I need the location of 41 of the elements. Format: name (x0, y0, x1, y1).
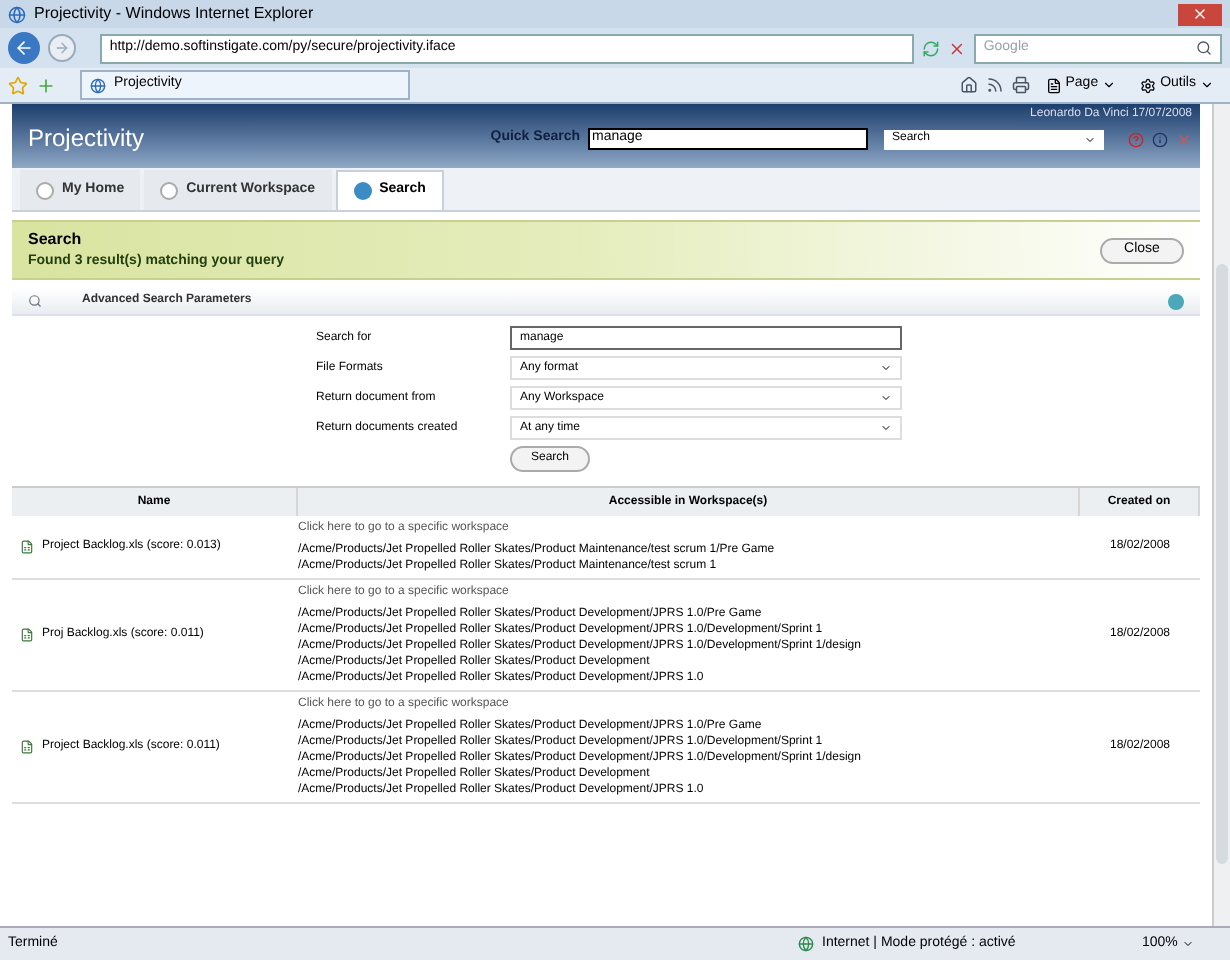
spreadsheet-icon (20, 740, 34, 754)
gear-icon (1140, 77, 1157, 93)
tab-icon (160, 181, 179, 199)
back-button[interactable] (8, 32, 40, 64)
arrow-right-icon (53, 40, 70, 56)
spreadsheet-icon (20, 540, 34, 554)
info-icon[interactable] (1152, 131, 1168, 147)
banner-title: Search (28, 227, 84, 252)
page-icon (1045, 77, 1062, 93)
expand-icon[interactable] (1168, 293, 1184, 309)
refresh-icon[interactable] (921, 39, 940, 57)
search-icon (1196, 40, 1213, 56)
internet-zone-icon (798, 936, 814, 952)
home-icon[interactable] (959, 76, 978, 94)
favorites-star-icon[interactable] (8, 75, 28, 95)
spreadsheet-icon (20, 628, 34, 642)
caret-icon (880, 392, 892, 404)
globe-icon (90, 77, 106, 93)
caret-icon (1102, 78, 1117, 92)
caret-icon (1200, 78, 1214, 92)
tab-icon (353, 182, 372, 200)
close-icon (1192, 6, 1208, 22)
caret-icon (1084, 133, 1096, 145)
add-favorite-icon[interactable] (36, 75, 56, 95)
print-icon[interactable] (1011, 76, 1030, 94)
logout-icon[interactable] (1176, 131, 1192, 147)
stop-icon[interactable] (947, 39, 966, 57)
arrow-left-icon (13, 38, 34, 58)
search-icon (28, 294, 42, 308)
feed-icon[interactable] (985, 76, 1004, 94)
forward-button[interactable] (47, 34, 76, 62)
scrollbar[interactable] (1212, 104, 1230, 926)
help-icon[interactable] (1128, 131, 1144, 147)
browser-icon (8, 5, 26, 23)
caret-icon (1181, 938, 1194, 950)
caret-icon (880, 362, 892, 374)
window-title: Projectivity - Windows Internet Explorer (34, 2, 314, 26)
close-window-button[interactable] (1178, 3, 1222, 25)
tab-icon (36, 181, 54, 199)
caret-icon (880, 422, 892, 434)
logo: Projectivity (28, 122, 145, 156)
